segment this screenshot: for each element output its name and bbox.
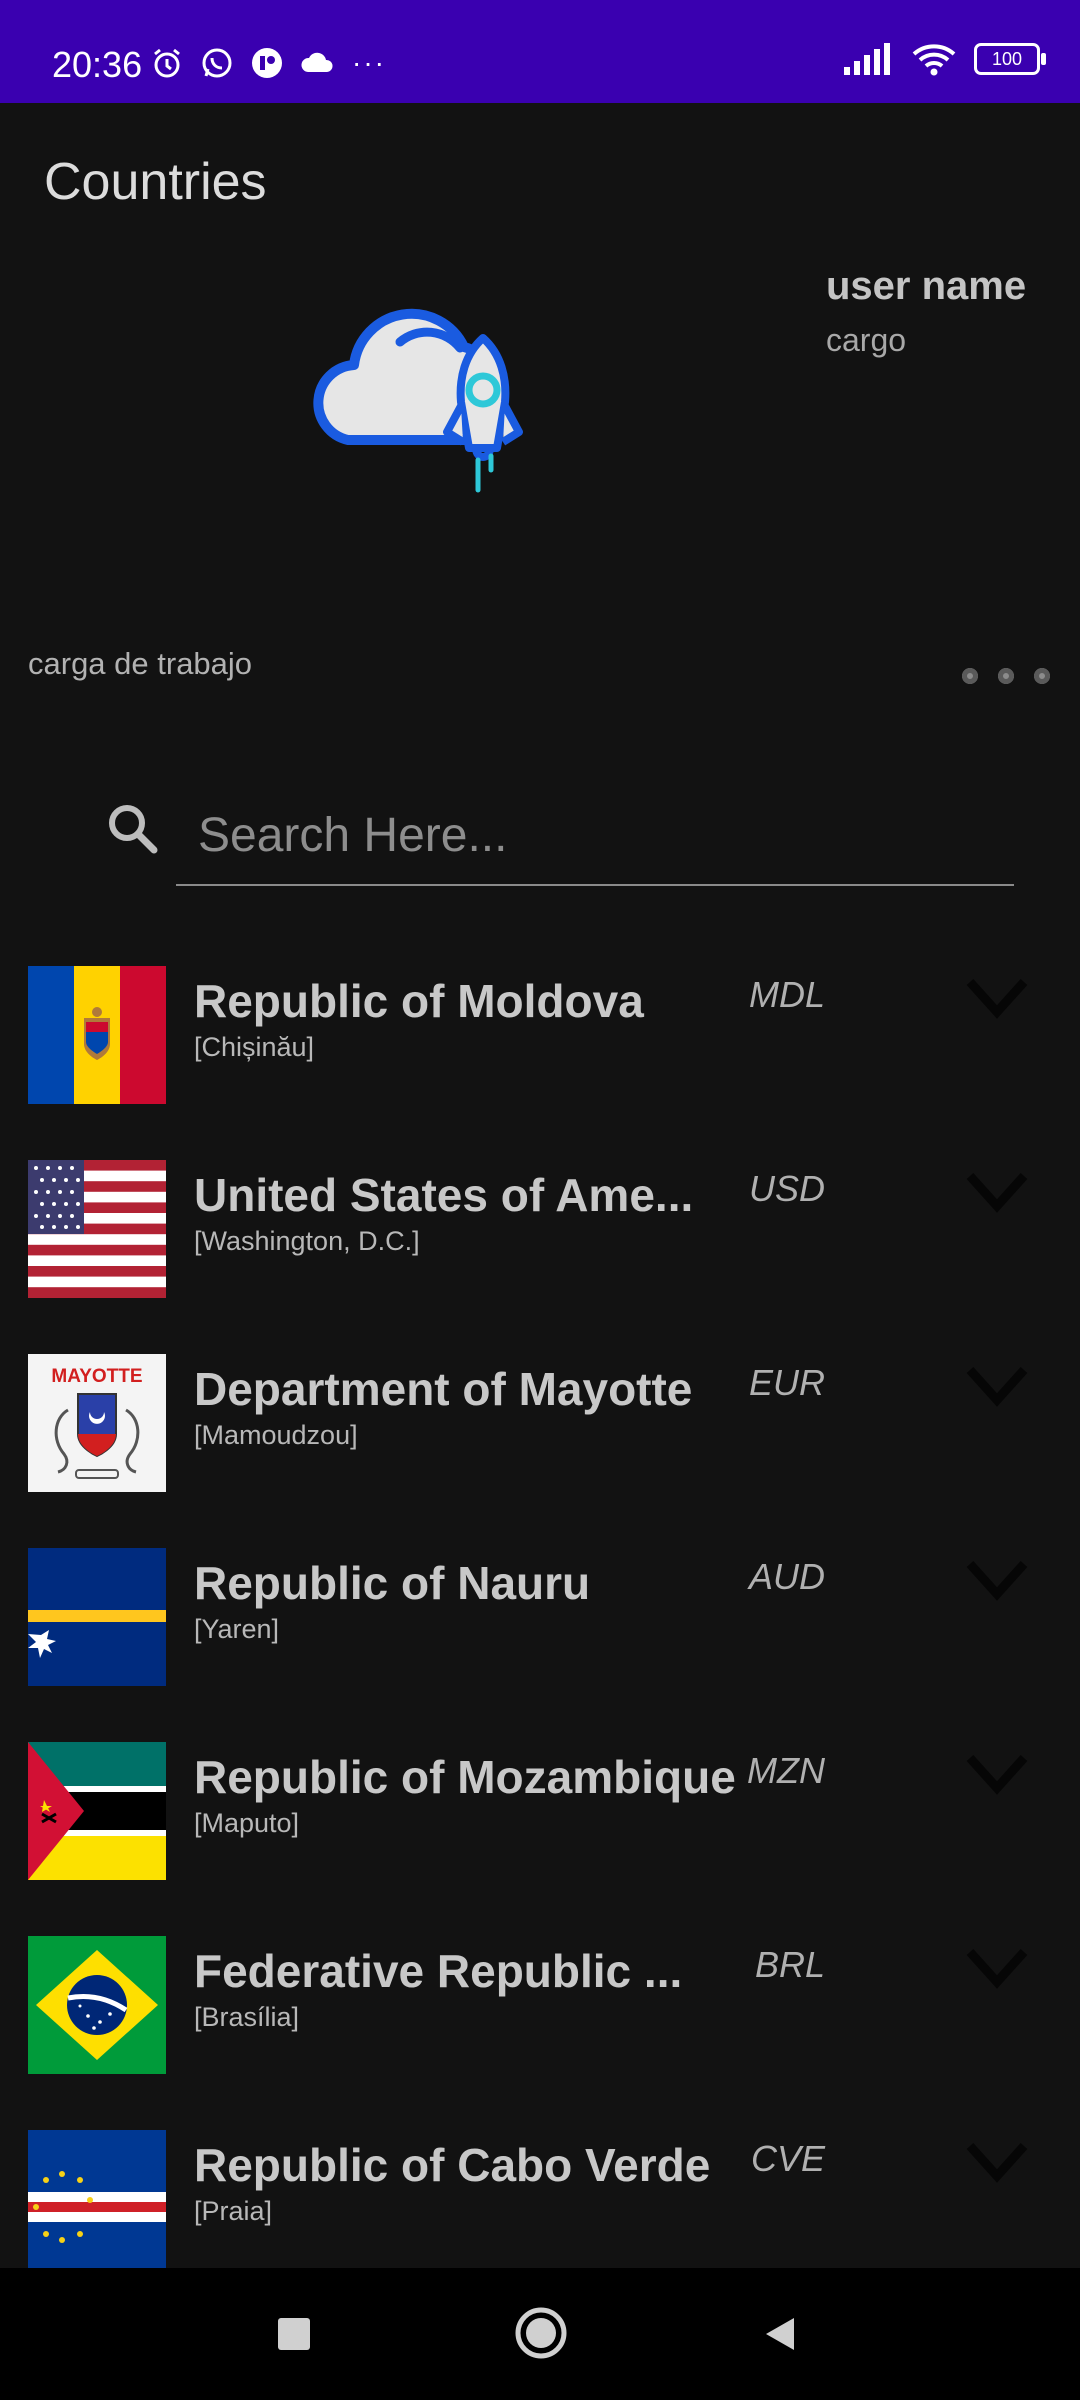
chevron-down-icon[interactable] <box>966 2138 1028 2184</box>
country-capital: [Brasília] <box>194 2002 300 2032</box>
battery-icon: 100 <box>974 43 1046 75</box>
country-capital: [Washington, D.C.] <box>194 1226 420 1256</box>
user-role: cargo <box>826 322 907 358</box>
country-currency: AUD <box>748 1556 825 1597</box>
country-currency: BRL <box>754 1944 825 1985</box>
mayotte-flag-text: MAYOTTE <box>51 1366 142 1387</box>
chevron-down-icon[interactable] <box>966 1750 1028 1796</box>
cloud-icon <box>301 52 333 72</box>
home-circle-icon[interactable] <box>514 2306 568 2360</box>
signal-icon <box>844 43 890 75</box>
back-triangle-icon[interactable] <box>760 2314 800 2354</box>
country-currency: EUR <box>748 1362 825 1403</box>
country-currency: USD <box>748 1168 825 1209</box>
country-row[interactable]: Republic of Mozambique [Maputo] MZN <box>0 1724 1080 1918</box>
app-icon <box>252 48 282 78</box>
country-row[interactable]: Federative Republic ... [Brasília] BRL <box>0 1918 1080 2112</box>
status-icons-left: ··· <box>150 46 386 80</box>
chevron-down-icon[interactable] <box>966 1556 1028 1602</box>
status-time: 20:36 <box>52 44 143 85</box>
country-name: Republic of Mozambique <box>194 1751 736 1803</box>
search-input[interactable] <box>176 786 1014 886</box>
country-capital: [Maputo] <box>194 1808 300 1838</box>
dot-icon <box>962 668 978 684</box>
chevron-down-icon[interactable] <box>966 1362 1028 1408</box>
wifi-icon <box>912 44 956 76</box>
country-name: Republic of Nauru <box>194 1557 591 1609</box>
country-name: Federative Republic ... <box>194 1945 683 1997</box>
country-row[interactable]: Republic of Cabo Verde [Praia] CVE <box>0 2112 1080 2268</box>
chevron-down-icon[interactable] <box>966 974 1028 1020</box>
country-name: United States of Ame... <box>194 1169 694 1221</box>
nauru-flag-icon <box>28 1548 166 1686</box>
country-name: Republic of Cabo Verde <box>194 2139 711 2191</box>
user-name: user name <box>826 264 1027 308</box>
country-row[interactable]: United States of Ame... [Washington, D.C… <box>0 1142 1080 1336</box>
country-row[interactable]: Republic of Moldova [Chișinău] MDL <box>0 948 1080 1142</box>
page-title: Countries <box>44 153 267 211</box>
cabo-verde-flag-icon <box>28 2130 166 2268</box>
country-capital: [Praia] <box>194 2196 273 2226</box>
chevron-down-icon[interactable] <box>966 1944 1028 1990</box>
brazil-flag-icon <box>28 1936 166 2074</box>
country-capital: [Yaren] <box>194 1614 280 1644</box>
country-currency: MDL <box>748 974 825 1015</box>
country-list: Republic of Moldova [Chișinău] MDL Unite… <box>0 948 1080 2268</box>
usa-flag-icon <box>28 1160 166 1298</box>
more-options-button[interactable] <box>962 668 1050 684</box>
dot-icon <box>1034 668 1050 684</box>
search-icon <box>109 805 158 854</box>
country-capital: [Chișinău] <box>194 1032 315 1062</box>
mayotte-flag-icon: MAYOTTE <box>28 1354 166 1492</box>
country-capital: [Mamoudzou] <box>194 1420 358 1450</box>
navigation-bar <box>0 2268 1080 2400</box>
country-currency: CVE <box>750 2138 825 2179</box>
country-currency: MZN <box>747 1750 825 1791</box>
recents-square-icon[interactable] <box>276 2316 312 2352</box>
country-name: Department of Mayotte <box>194 1363 693 1415</box>
country-row[interactable]: Republic of Nauru [Yaren] AUD <box>0 1530 1080 1724</box>
mozambique-flag-icon <box>28 1742 166 1880</box>
country-row[interactable]: MAYOTTE Department of Mayotte [Mamoudzou… <box>0 1336 1080 1530</box>
dot-icon <box>998 668 1014 684</box>
status-bar: 20:36 ··· 100 <box>0 0 1080 103</box>
moldova-flag-icon <box>28 966 166 1104</box>
country-name: Republic of Moldova <box>194 975 644 1027</box>
cloud-rocket-icon <box>313 308 523 493</box>
alarm-icon <box>154 48 180 78</box>
whatsapp-icon <box>202 48 232 78</box>
status-icons-right: 100 <box>844 42 1046 76</box>
more-notifications-icon: ··· <box>352 47 386 78</box>
workload-label: carga de trabajo <box>28 646 253 681</box>
chevron-down-icon[interactable] <box>966 1168 1028 1214</box>
